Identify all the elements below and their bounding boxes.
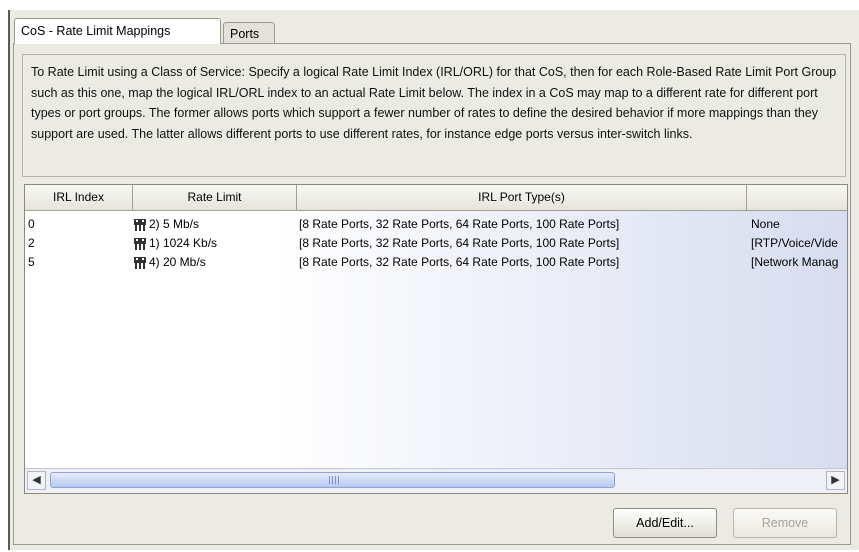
- scroll-left-button[interactable]: ◀: [27, 471, 46, 490]
- horizontal-scrollbar[interactable]: ◀ ▶: [25, 468, 847, 493]
- irl-index-cell: 5: [28, 255, 35, 269]
- remove-button[interactable]: Remove: [733, 508, 837, 538]
- extra-cell: None: [751, 217, 780, 231]
- rate-limit-icon: [134, 237, 146, 250]
- tab-panel: To Rate Limit using a Class of Service: …: [13, 43, 851, 545]
- table-row[interactable]: 2 1) 1024 Kb/s [8 Rate Ports, 32 Rate Po…: [25, 234, 847, 253]
- column-header-irl-index[interactable]: IRL Index: [25, 185, 133, 210]
- add-edit-button[interactable]: Add/Edit...: [613, 508, 717, 538]
- column-header-irl-port-types[interactable]: IRL Port Type(s): [297, 185, 747, 210]
- column-header-rate-limit[interactable]: Rate Limit: [133, 185, 297, 210]
- irl-index-cell: 0: [28, 217, 35, 231]
- table-row[interactable]: 5 4) 20 Mb/s [8 Rate Ports, 32 Rate Port…: [25, 253, 847, 272]
- rate-limit-cell: 2) 5 Mb/s: [133, 215, 199, 234]
- rate-limit-cell: 4) 20 Mb/s: [133, 253, 206, 272]
- table-row[interactable]: 0 2) 5 Mb/s [8 Rate Ports, 32 Rate Ports…: [25, 215, 847, 234]
- tab-cos-rate-limit-mappings[interactable]: CoS - Rate Limit Mappings: [14, 18, 221, 44]
- extra-cell: [Network Manag: [751, 255, 839, 269]
- rate-limit-cell: 1) 1024 Kb/s: [133, 234, 217, 253]
- column-header-extra[interactable]: [747, 185, 847, 210]
- irl-port-types-cell: [8 Rate Ports, 32 Rate Ports, 64 Rate Po…: [299, 255, 620, 269]
- description-text: To Rate Limit using a Class of Service: …: [22, 54, 846, 177]
- irl-index-cell: 2: [28, 236, 35, 250]
- scroll-thumb[interactable]: [50, 472, 615, 488]
- table-body: 0 2) 5 Mb/s [8 Rate Ports, 32 Rate Ports…: [25, 211, 847, 469]
- grip-icon: [329, 476, 339, 484]
- irl-port-types-cell: [8 Rate Ports, 32 Rate Ports, 64 Rate Po…: [299, 217, 620, 231]
- rate-limit-icon: [134, 256, 146, 269]
- irl-port-types-cell: [8 Rate Ports, 32 Rate Ports, 64 Rate Po…: [299, 236, 620, 250]
- table-header: IRL Index Rate Limit IRL Port Type(s): [25, 185, 847, 211]
- rate-limit-mappings-table: IRL Index Rate Limit IRL Port Type(s) 0 …: [24, 184, 848, 494]
- scroll-right-button[interactable]: ▶: [826, 471, 845, 490]
- rate-limit-icon: [134, 218, 146, 231]
- extra-cell: [RTP/Voice/Vide: [751, 236, 838, 250]
- tab-ports[interactable]: Ports: [223, 22, 275, 44]
